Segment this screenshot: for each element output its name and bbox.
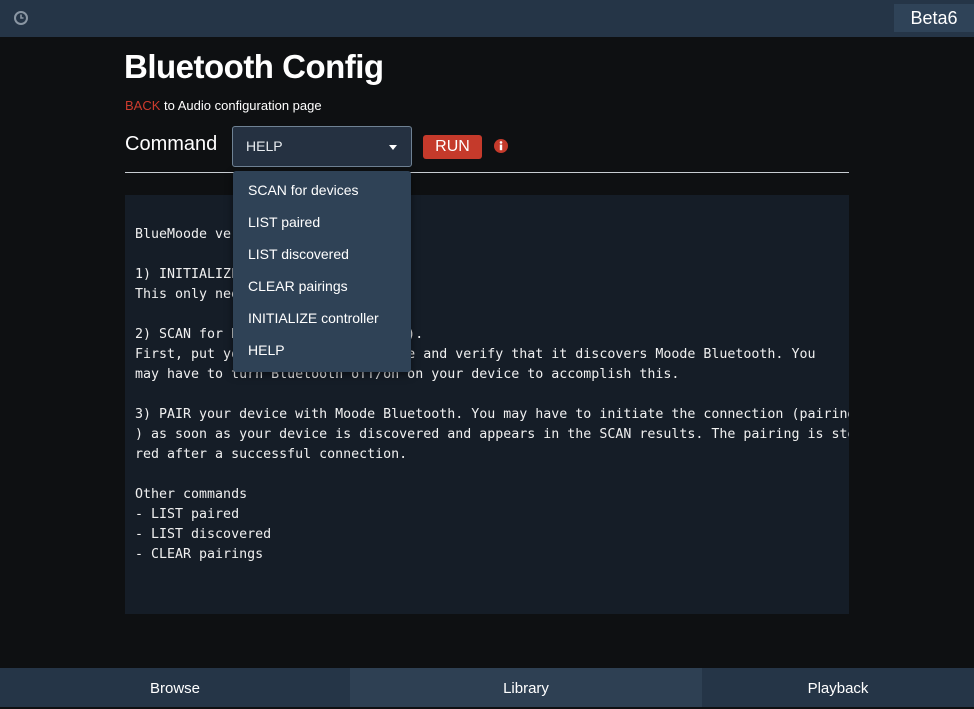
menu-item-clear-pairings[interactable]: CLEAR pairings <box>233 270 411 302</box>
bottom-nav: Browse Library Playback <box>0 668 974 707</box>
menu-item-scan[interactable]: SCAN for devices <box>233 174 411 206</box>
menu-item-list-discovered[interactable]: LIST discovered <box>233 238 411 270</box>
command-label: Command <box>125 133 218 155</box>
output-line: Other commands <box>135 487 248 502</box>
command-selected-value: HELP <box>246 138 283 154</box>
clock-icon[interactable] <box>13 10 29 26</box>
back-line: BACK to Audio configuration page <box>125 98 322 113</box>
info-icon[interactable] <box>493 138 509 154</box>
top-bar: Beta6 <box>0 0 974 37</box>
caret-down-icon <box>389 145 397 150</box>
command-select[interactable]: HELP <box>232 126 412 167</box>
tab-library[interactable]: Library <box>350 668 702 707</box>
output-line: 3) PAIR your device with Moode Bluetooth… <box>135 407 849 422</box>
menu-item-initialize[interactable]: INITIALIZE controller <box>233 302 411 334</box>
tab-browse[interactable]: Browse <box>0 668 350 707</box>
version-badge: Beta6 <box>894 4 974 32</box>
menu-item-help[interactable]: HELP <box>233 334 411 366</box>
output-line: - CLEAR pairings <box>135 547 264 562</box>
output-line: red after a successful connection. <box>135 447 408 462</box>
back-link[interactable]: BACK <box>125 98 160 113</box>
output-line: - LIST discovered <box>135 527 272 542</box>
back-description: to Audio configuration page <box>160 98 322 113</box>
menu-item-list-paired[interactable]: LIST paired <box>233 206 411 238</box>
output-line: ) as soon as your device is discovered a… <box>135 427 849 442</box>
page-title: Bluetooth Config <box>124 48 384 85</box>
run-button[interactable]: RUN <box>423 135 482 159</box>
output-line: - LIST paired <box>135 507 240 522</box>
tab-playback[interactable]: Playback <box>702 668 974 707</box>
command-dropdown-menu: SCAN for devices LIST paired LIST discov… <box>233 171 411 372</box>
